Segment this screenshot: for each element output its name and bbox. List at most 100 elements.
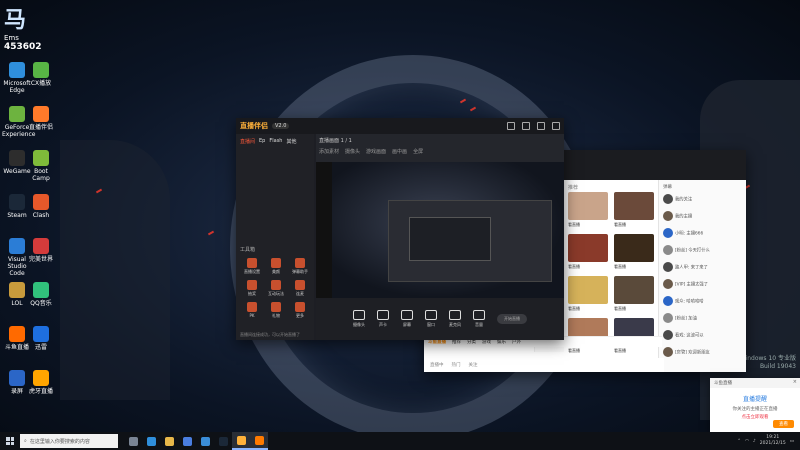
preview-control[interactable]: 声卡 [377,310,389,328]
live-tab[interactable]: Flash [269,138,282,145]
stream-tab[interactable]: 关注 [469,362,478,368]
taskbar-app-steam[interactable] [214,432,232,450]
clock[interactable]: 19:21 2021/12/15 [760,435,786,447]
tool-icon [295,280,305,290]
tool-item[interactable]: 弹幕助手 [290,258,310,275]
avatar [663,262,673,272]
desktop-icon[interactable]: 直播伴侣 [26,106,56,131]
stream-thumbnail[interactable] [614,234,654,262]
desktop-icon[interactable]: Boot Camp [26,150,56,182]
taskbar-search[interactable]: ⌕ 在这里输入你要搜索的内容 [20,434,118,448]
stream-thumbnail[interactable] [568,276,608,304]
scene-source[interactable]: 摄像头 [345,149,360,155]
tool-label: PK [249,313,255,318]
notification-title: 斗鱼直播 [710,378,800,388]
chat-message: 我的主播 [663,211,745,221]
scene-source[interactable]: 游戏画面 [366,149,386,155]
stream-caption: 看直播 [614,264,626,269]
desktop-icon[interactable]: QQ音乐 [26,282,56,307]
tool-item[interactable]: 互动玩法 [266,280,286,297]
tool-item[interactable]: 美颜 [266,258,286,275]
control-icon [401,310,413,320]
minimize-icon[interactable] [522,122,530,130]
tool-label: 抽奖 [248,291,256,296]
close-icon[interactable]: × [793,379,797,385]
preview-control[interactable]: 麦克风 [449,310,461,328]
start-live-button[interactable]: 开始直播 [497,314,527,324]
tool-item[interactable]: 更多 [290,302,310,319]
app-icon [33,106,49,122]
preview-control[interactable]: 音量 [473,310,485,328]
preview-control[interactable]: 窗口 [425,310,437,328]
avatar [663,228,673,238]
close-icon[interactable] [552,122,560,130]
tool-icon [247,258,257,268]
live-companion-window[interactable]: 直播伴侣 V2.0 直播间 Ep Flash 其他 工具箱 直播设置 美颜 弹幕助手抽奖 互… [236,118,564,340]
notification-view-button[interactable]: 查看 [773,420,794,428]
avatar [663,211,673,221]
scene-source[interactable]: 全屏 [413,149,423,155]
app-icon [33,150,49,166]
chevron-up-icon[interactable]: ⌃ [737,439,741,444]
preview-nested-window [388,200,552,282]
live-titlebar[interactable]: 直播伴侣 V2.0 [236,118,564,134]
tool-item[interactable]: 直播设置 [242,258,262,275]
tools-label: 工具箱 [240,247,256,253]
widget-logo: 马 [4,8,27,33]
chat-text: 观众: 哈哈哈哈 [675,299,704,305]
taskbar-apps [124,432,268,450]
app-icon [33,62,49,78]
chat-message: [房管] 欢迎新朋友 [663,347,745,357]
desktop-icon[interactable]: 完美世界 [26,238,56,263]
taskbar-app-edge[interactable] [142,432,160,450]
desktop-widget[interactable]: 马 Ems 453602 [4,2,58,58]
notification-popup[interactable]: 斗鱼直播 × 直播提醒 你关注的主播正在直播 点击立即观看 查看 [710,378,800,432]
live-tab[interactable]: 其他 [286,138,296,145]
taskbar-app-explorer[interactable] [160,432,178,450]
preview-control[interactable]: 摄像头 [353,310,365,328]
notification-heading: 直播提醒 [742,396,767,403]
control-icon [377,310,389,320]
preview-control[interactable]: 屏幕 [401,310,413,328]
stream-tab[interactable]: 直播中 [430,362,444,368]
desktop-icon[interactable]: 虎牙直播 [26,370,56,395]
network-icon[interactable]: ◠ [745,439,749,444]
notification-center-icon[interactable]: ▭ [790,439,794,444]
settings-icon[interactable] [507,122,515,130]
scene-source-list: 添加素材 摄像头 游戏画面 画中画 全屏 [319,148,561,155]
live-tab[interactable]: 直播间 [240,138,255,145]
tool-item[interactable]: 连麦 [290,280,310,297]
stream-thumbnail[interactable] [614,192,654,220]
edge-icon [146,436,156,446]
stream-thumbnail[interactable] [614,276,654,304]
desktop-icon-label: Clash [32,212,50,219]
taskbar-app-live-companion[interactable] [232,432,250,450]
maximize-icon[interactable] [537,122,545,130]
clock-date: 2021/12/15 [759,441,786,446]
scene-source[interactable]: 添加素材 [319,149,339,155]
desktop-watermark: Windows 10 专业版 Build 19043 [740,355,796,371]
stream-tab[interactable]: 热门 [452,362,461,368]
desktop-icon[interactable]: 迅雷 [26,326,56,351]
scene-source[interactable]: 画中画 [392,149,407,155]
stream-grid: 推荐 看直播 看直播 看直播 看直播 看直播 看直播 看直播 看直播 [564,180,658,360]
taskbar-app-douyu[interactable] [250,432,268,450]
app-icon [9,106,25,122]
volume-icon[interactable]: ♪ [753,439,756,444]
desktop-icon-label: Boot Camp [32,168,50,182]
stream-thumbnail[interactable] [568,192,608,220]
live-tab[interactable]: Ep [259,138,265,145]
desktop-icon[interactable]: Clash [26,194,56,219]
taskbar-app-mail[interactable] [196,432,214,450]
tool-item[interactable]: 抽奖 [242,280,262,297]
control-label: 屏幕 [403,322,411,327]
live-preview[interactable] [316,162,564,298]
desktop-icon[interactable]: CX播放 [26,62,56,87]
taskbar-app-store[interactable] [178,432,196,450]
taskbar-app-task-view[interactable] [124,432,142,450]
tool-item[interactable]: 礼物 [266,302,286,319]
start-button[interactable] [0,432,20,450]
tool-item[interactable]: PK [242,302,262,318]
stream-thumbnail[interactable] [568,234,608,262]
desktop: 马 Ems 453602 Microsoft Edge CX播放 GeForce E… [0,0,800,432]
